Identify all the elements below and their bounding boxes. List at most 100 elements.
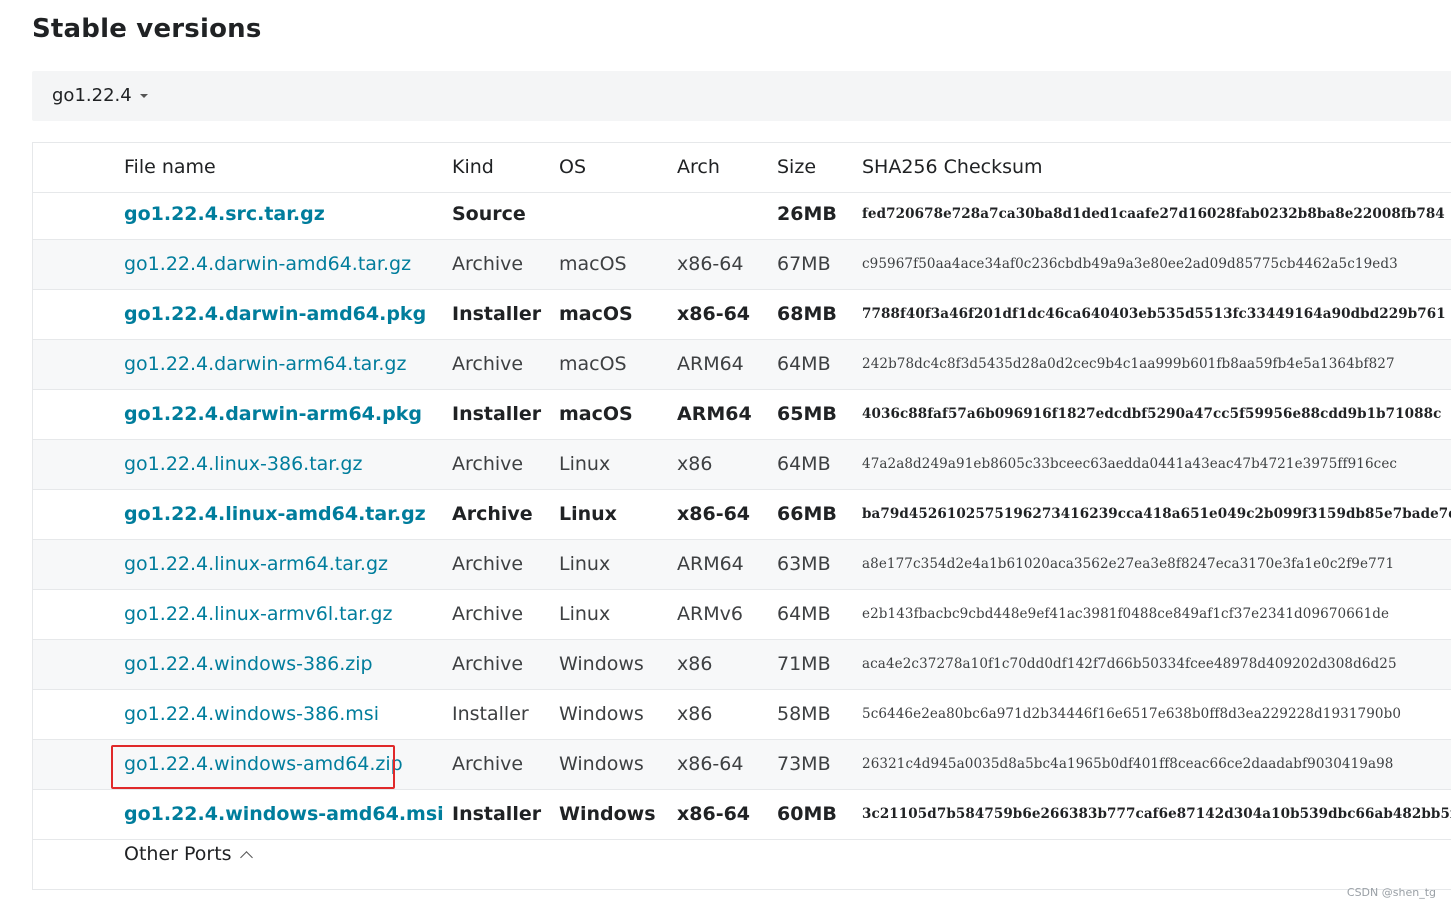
other-ports-toggle[interactable]: Other Ports	[124, 843, 253, 865]
arch-cell: x86-64	[677, 503, 751, 525]
kind-cell: Source	[452, 203, 526, 225]
size-cell: 64MB	[777, 453, 831, 475]
size-cell: 63MB	[777, 553, 831, 575]
page-title: Stable versions	[32, 14, 262, 44]
table-row: go1.22.4.src.tar.gz Source 26MB fed720678e7…	[33, 190, 1451, 240]
watermark: CSDN @shen_tg	[1346, 886, 1436, 899]
size-cell: 71MB	[777, 653, 831, 675]
downloads-table: File name Kind OS Arch Size SHA256 Check…	[32, 142, 1451, 890]
version-bar: go1.22.4	[32, 71, 1451, 121]
other-ports-label: Other Ports	[124, 843, 232, 865]
file-download-link[interactable]: go1.22.4.linux-386.tar.gz	[124, 453, 362, 475]
table-row: go1.22.4.windows-amd64.msi Installer Windo…	[33, 790, 1451, 840]
size-cell: 60MB	[777, 803, 837, 825]
kind-cell: Archive	[452, 553, 524, 575]
table-row: go1.22.4.linux-armv6l.tar.gz Archive Linux…	[33, 590, 1451, 640]
file-download-link[interactable]: go1.22.4.linux-armv6l.tar.gz	[124, 603, 392, 625]
checksum-cell: 47a2a8d249a91eb8605c33bceec63aedda0441a4…	[862, 456, 1398, 472]
header-size: Size	[777, 156, 817, 178]
size-cell: 65MB	[777, 403, 837, 425]
checksum-cell: 3c21105d7b584759b6e266383b777caf6e87142d…	[862, 806, 1451, 822]
file-download-link[interactable]: go1.22.4.windows-386.msi	[124, 703, 379, 725]
arch-cell: x86-64	[677, 303, 751, 325]
file-name-cell: go1.22.4.linux-armv6l.tar.gz	[124, 590, 392, 640]
file-download-link[interactable]: go1.22.4.darwin-arm64.pkg	[124, 403, 422, 425]
checksum-cell: 26321c4d945a0035d8a5bc4a1965b0df401ff8ce…	[862, 756, 1394, 772]
file-download-link[interactable]: go1.22.4.windows-amd64.zip	[124, 753, 403, 775]
table-row: go1.22.4.darwin-amd64.tar.gz Archive macOS…	[33, 240, 1451, 290]
file-name-cell: go1.22.4.windows-386.msi	[124, 690, 379, 740]
table-header-row: File name Kind OS Arch Size SHA256 Check…	[33, 143, 1451, 193]
table-row: go1.22.4.windows-386.msi Installer Windows…	[33, 690, 1451, 740]
checksum-cell: 5c6446e2ea80bc6a971d2b34446f16e6517e638b…	[862, 706, 1402, 722]
file-name-cell: go1.22.4.darwin-arm64.pkg	[124, 390, 422, 440]
kind-cell: Installer	[452, 803, 542, 825]
size-cell: 26MB	[777, 203, 837, 225]
checksum-cell: ba79d4526102575196273416239cca418a651e04…	[862, 506, 1451, 522]
arch-cell: ARM64	[677, 553, 744, 575]
header-os: OS	[559, 156, 587, 178]
arch-cell: ARM64	[677, 403, 752, 425]
file-download-link[interactable]: go1.22.4.windows-amd64.msi	[124, 803, 444, 825]
caret-down-icon	[139, 94, 148, 98]
chevron-up-icon	[239, 850, 253, 864]
file-download-link[interactable]: go1.22.4.src.tar.gz	[124, 203, 325, 225]
table-row: go1.22.4.darwin-arm64.tar.gz Archive macOS…	[33, 340, 1451, 390]
file-name-cell: go1.22.4.windows-386.zip	[124, 640, 373, 690]
arch-cell: x86	[677, 703, 713, 725]
arch-cell: x86	[677, 653, 713, 675]
version-dropdown[interactable]: go1.22.4	[52, 85, 148, 106]
file-name-cell: go1.22.4.darwin-arm64.tar.gz	[124, 340, 406, 390]
kind-cell: Archive	[452, 253, 524, 275]
checksum-cell: 7788f40f3a46f201df1dc46ca640403eb535d551…	[862, 306, 1446, 322]
size-cell: 66MB	[777, 503, 837, 525]
header-file-name: File name	[124, 156, 216, 178]
file-download-link[interactable]: go1.22.4.windows-386.zip	[124, 653, 373, 675]
checksum-cell: a8e177c354d2e4a1b61020aca3562e27ea3e8f82…	[862, 556, 1395, 572]
size-cell: 64MB	[777, 603, 831, 625]
table-row: go1.22.4.windows-386.zip Archive Windows x8…	[33, 640, 1451, 690]
arch-cell: x86-64	[677, 803, 751, 825]
downloads-page: Stable versions go1.22.4 File name Kind …	[0, 0, 1451, 909]
os-cell: Windows	[559, 703, 644, 725]
file-download-link[interactable]: go1.22.4.linux-amd64.tar.gz	[124, 503, 426, 525]
kind-cell: Archive	[452, 453, 524, 475]
kind-cell: Installer	[452, 403, 542, 425]
checksum-cell: e2b143fbacbc9cbd448e9ef41ac3981f0488ce84…	[862, 606, 1390, 622]
arch-cell: x86-64	[677, 253, 744, 275]
os-cell: Windows	[559, 753, 644, 775]
kind-cell: Archive	[452, 753, 524, 775]
kind-cell: Installer	[452, 303, 542, 325]
size-cell: 67MB	[777, 253, 831, 275]
size-cell: 64MB	[777, 353, 831, 375]
kind-cell: Archive	[452, 353, 524, 375]
os-cell: macOS	[559, 253, 627, 275]
file-name-cell: go1.22.4.linux-amd64.tar.gz	[124, 490, 426, 540]
file-name-cell: go1.22.4.darwin-amd64.tar.gz	[124, 240, 411, 290]
checksum-cell: 4036c88faf57a6b096916f1827edcdbf5290a47c…	[862, 406, 1442, 422]
file-name-cell: go1.22.4.src.tar.gz	[124, 190, 325, 240]
os-cell: macOS	[559, 303, 633, 325]
table-row: go1.22.4.darwin-amd64.pkg Installer macOS x…	[33, 290, 1451, 340]
table-row: go1.22.4.linux-amd64.tar.gz Archive Linux x…	[33, 490, 1451, 540]
table-row: go1.22.4.linux-arm64.tar.gz Archive Linux A…	[33, 540, 1451, 590]
file-download-link[interactable]: go1.22.4.linux-arm64.tar.gz	[124, 553, 388, 575]
checksum-cell: c95967f50aa4ace34af0c236cbdb49a9a3e80ee2…	[862, 256, 1398, 272]
file-download-link[interactable]: go1.22.4.darwin-amd64.tar.gz	[124, 253, 411, 275]
kind-cell: Archive	[452, 503, 533, 525]
file-name-cell: go1.22.4.linux-arm64.tar.gz	[124, 540, 388, 590]
size-cell: 58MB	[777, 703, 831, 725]
file-download-link[interactable]: go1.22.4.darwin-arm64.tar.gz	[124, 353, 406, 375]
kind-cell: Installer	[452, 703, 529, 725]
file-download-link[interactable]: go1.22.4.darwin-amd64.pkg	[124, 303, 426, 325]
header-arch: Arch	[677, 156, 720, 178]
os-cell: Linux	[559, 603, 611, 625]
kind-cell: Archive	[452, 653, 524, 675]
arch-cell: ARM64	[677, 353, 744, 375]
file-name-cell: go1.22.4.windows-amd64.msi	[124, 790, 444, 840]
size-cell: 73MB	[777, 753, 831, 775]
checksum-cell: 242b78dc4c8f3d5435d28a0d2cec9b4c1aa999b6…	[862, 356, 1395, 372]
os-cell: Linux	[559, 503, 617, 525]
os-cell: Linux	[559, 453, 611, 475]
os-cell: Windows	[559, 803, 656, 825]
